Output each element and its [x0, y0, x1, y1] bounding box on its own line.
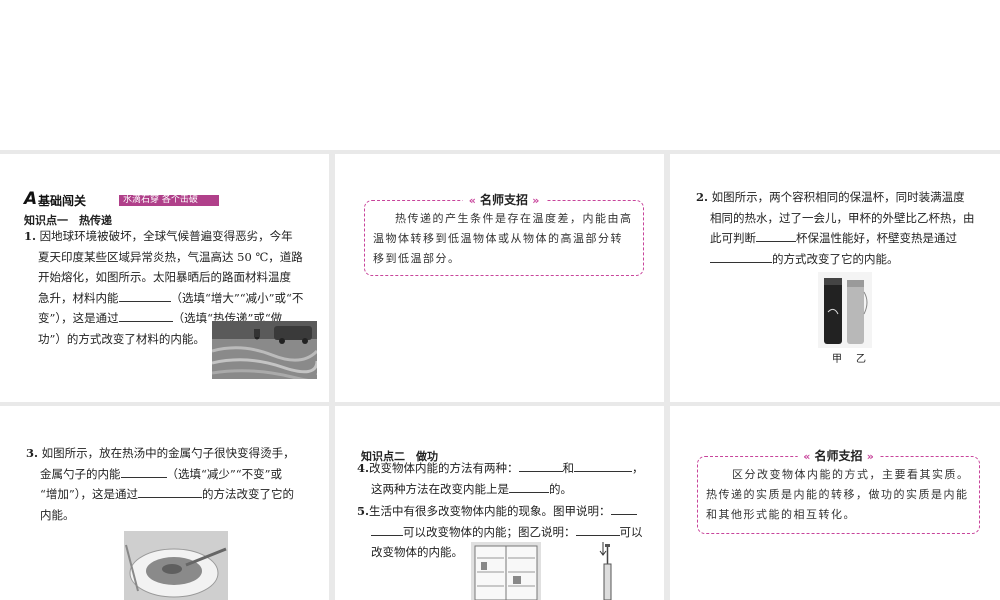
top-blank-area — [0, 0, 1000, 150]
question-1-line: 开始熔化，如图所示。太阳暴晒后的路面材料温度 — [38, 270, 291, 284]
answer-blank[interactable] — [138, 485, 203, 498]
answer-blank[interactable] — [574, 459, 633, 472]
teacher-tip-body: 热传递的产生条件是存在温度差，内能由高 温物体转移到低温物体或从物体的高温部分转… — [373, 212, 633, 265]
question-1-line: 急升，材料内能 — [38, 290, 119, 305]
melting-road-photo — [212, 321, 317, 379]
teacher-tip-box: « 名师支招 » 热传递的产生条件是存在温度差，内能由高 温物体转移到低温物体或… — [364, 191, 644, 276]
panel-tip-2: « 名师支招 » 区分改变物体内能的方式，主要看其实质。 热传递的实质是内能的转… — [670, 406, 1000, 600]
chevron-right-icon: » — [866, 450, 874, 463]
answer-blank[interactable] — [118, 289, 171, 302]
question-2: 2. 如图所示，两个容积相同的保温杯，同时装满温度 相同的热水，过了一会儿，甲杯… — [696, 190, 975, 266]
answer-blank[interactable] — [509, 480, 549, 493]
teacher-tip-title: « 名师支招 » — [797, 447, 880, 464]
chevron-left-icon: « — [468, 194, 476, 207]
panel-question-1: A 基础闯关 水滴石穿 各个击破 知识点一 热传递 1. 因地球环境被破坏，全球… — [0, 154, 329, 402]
teacher-tip-box: « 名师支招 » 区分改变物体内能的方式，主要看其实质。 热传递的实质是内能的转… — [697, 447, 980, 534]
answer-blank[interactable] — [120, 465, 167, 478]
question-1-line: 变”），这是通过 — [38, 311, 119, 325]
question-3: 3. 如图所示，放在热汤中的金属勺子很快变得烫手， 金属勺子的内能 （选填“减少”… — [26, 446, 295, 522]
question-1-line: 因地球环境被破坏，全球气候普遍变得恶劣，今年 — [39, 229, 293, 243]
answer-blank[interactable] — [610, 502, 637, 515]
chevron-left-icon: « — [803, 450, 811, 463]
question-number: 3. — [26, 446, 39, 460]
answer-blank[interactable] — [710, 250, 772, 263]
panel-questions-4-5: 知识点二 做功 4.改变物体内能的方法有两种：和， 这两种方法在改变内能上是 的。… — [335, 406, 664, 600]
section-slogan: 水滴石穿 各个击破 — [119, 195, 219, 206]
section-title: 基础闯关 — [38, 194, 87, 208]
question-4: 4.改变物体内能的方法有两种：和， 这两种方法在改变内能上是 的。 — [357, 459, 644, 496]
answer-blank[interactable] — [118, 309, 173, 322]
answer-blank[interactable] — [518, 459, 563, 472]
question-number: 5. — [357, 504, 370, 518]
thermos-cups-photo — [818, 272, 872, 348]
question-1-line: （选填“增大”“减小”或“不 — [170, 290, 304, 305]
air-pump-diagram — [599, 542, 612, 600]
question-number: 2. — [696, 190, 709, 204]
answer-blank[interactable] — [371, 523, 403, 536]
teacher-tip-title: « 名师支招 » — [462, 191, 546, 208]
panel-question-3: 3. 如图所示，放在热汤中的金属勺子很快变得烫手， 金属勺子的内能 （选填“减少”… — [0, 406, 329, 600]
question-1-line: 夏天印度某些区域异常炎热，气温高达 50 ℃，道路 — [38, 249, 303, 264]
chevron-right-icon: » — [532, 194, 540, 207]
panel-tip-1: « 名师支招 » 热传递的产生条件是存在温度差，内能由高 温物体转移到低温物体或… — [335, 154, 664, 402]
refrigerator-photo — [471, 542, 541, 600]
section-letter: A — [24, 189, 38, 209]
question-number: 1. — [24, 229, 37, 243]
question-number: 4. — [357, 461, 370, 475]
panel-question-2: 2. 如图所示，两个容积相同的保温杯，同时装满温度 相同的热水，过了一会儿，甲杯… — [670, 154, 1000, 402]
figure-caption: 甲乙 — [832, 354, 880, 365]
soup-spoon-photo — [124, 531, 228, 600]
answer-blank[interactable] — [756, 229, 796, 242]
section-header: A 基础闯关 水滴石穿 各个击破 — [24, 189, 219, 209]
teacher-tip-body: 区分改变物体内能的方式，主要看其实质。 热传递的实质是内能的转移，做功的实质是内… — [706, 468, 970, 521]
answer-blank[interactable] — [575, 523, 620, 536]
